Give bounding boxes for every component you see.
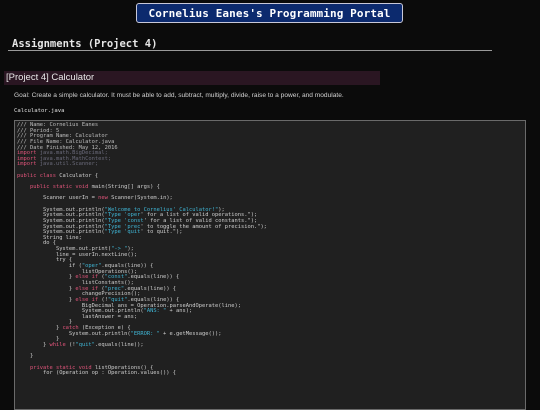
code-token: + ans); xyxy=(166,308,193,315)
code-token: } xyxy=(17,341,50,348)
section-divider xyxy=(8,50,492,51)
portal-title: Cornelius Eanes's Programming Portal xyxy=(136,3,403,23)
code-block[interactable]: /// Name: Cornelius Eanes/// Period: 5//… xyxy=(14,120,526,410)
code-token: quit xyxy=(127,229,141,236)
code-token: import xyxy=(17,161,40,168)
code-token: "ERROR: " xyxy=(130,330,160,337)
code-token: "quit" xyxy=(75,341,95,348)
code-token: .equals(line)); xyxy=(94,341,144,348)
code-token: public class xyxy=(17,172,60,179)
code-token: } xyxy=(17,353,34,360)
code-token: "ANS: " xyxy=(143,308,167,315)
code-token: Scanner userIn = xyxy=(17,195,99,202)
code-token: System xyxy=(137,195,157,202)
code-line: for (Operation op : Operation.values()) … xyxy=(17,370,525,377)
code-token: ); xyxy=(260,223,267,230)
code-token: main(String[] args) { xyxy=(91,184,160,191)
code-token: public static void xyxy=(17,184,92,191)
code-token: ' to quit." xyxy=(140,229,177,236)
goal-text: Goal: Create a simple calculator. It mus… xyxy=(14,92,344,99)
code-token: + e.getMessage()); xyxy=(159,330,222,337)
code-token: ); xyxy=(176,229,183,236)
file-name-label: Calculator.java xyxy=(14,108,65,114)
code-lines: /// Name: Cornelius Eanes/// Period: 5//… xyxy=(15,121,525,377)
section-title: Assignments (Project 4) xyxy=(12,38,158,50)
project-heading: [Project 4] Calculator xyxy=(4,71,380,85)
code-token: "Type ' xyxy=(104,229,128,236)
code-token: for (Operation op : Operation.values()) … xyxy=(17,370,177,377)
code-token: .in); xyxy=(156,195,173,202)
code-token: java.util.Scanner; xyxy=(39,161,99,168)
code-token: new xyxy=(98,195,112,202)
code-token: Scanner( xyxy=(111,195,138,202)
code-token: .equals(line)) { xyxy=(127,274,180,281)
code-token: Calculator { xyxy=(59,172,99,179)
code-token: while xyxy=(49,341,69,348)
